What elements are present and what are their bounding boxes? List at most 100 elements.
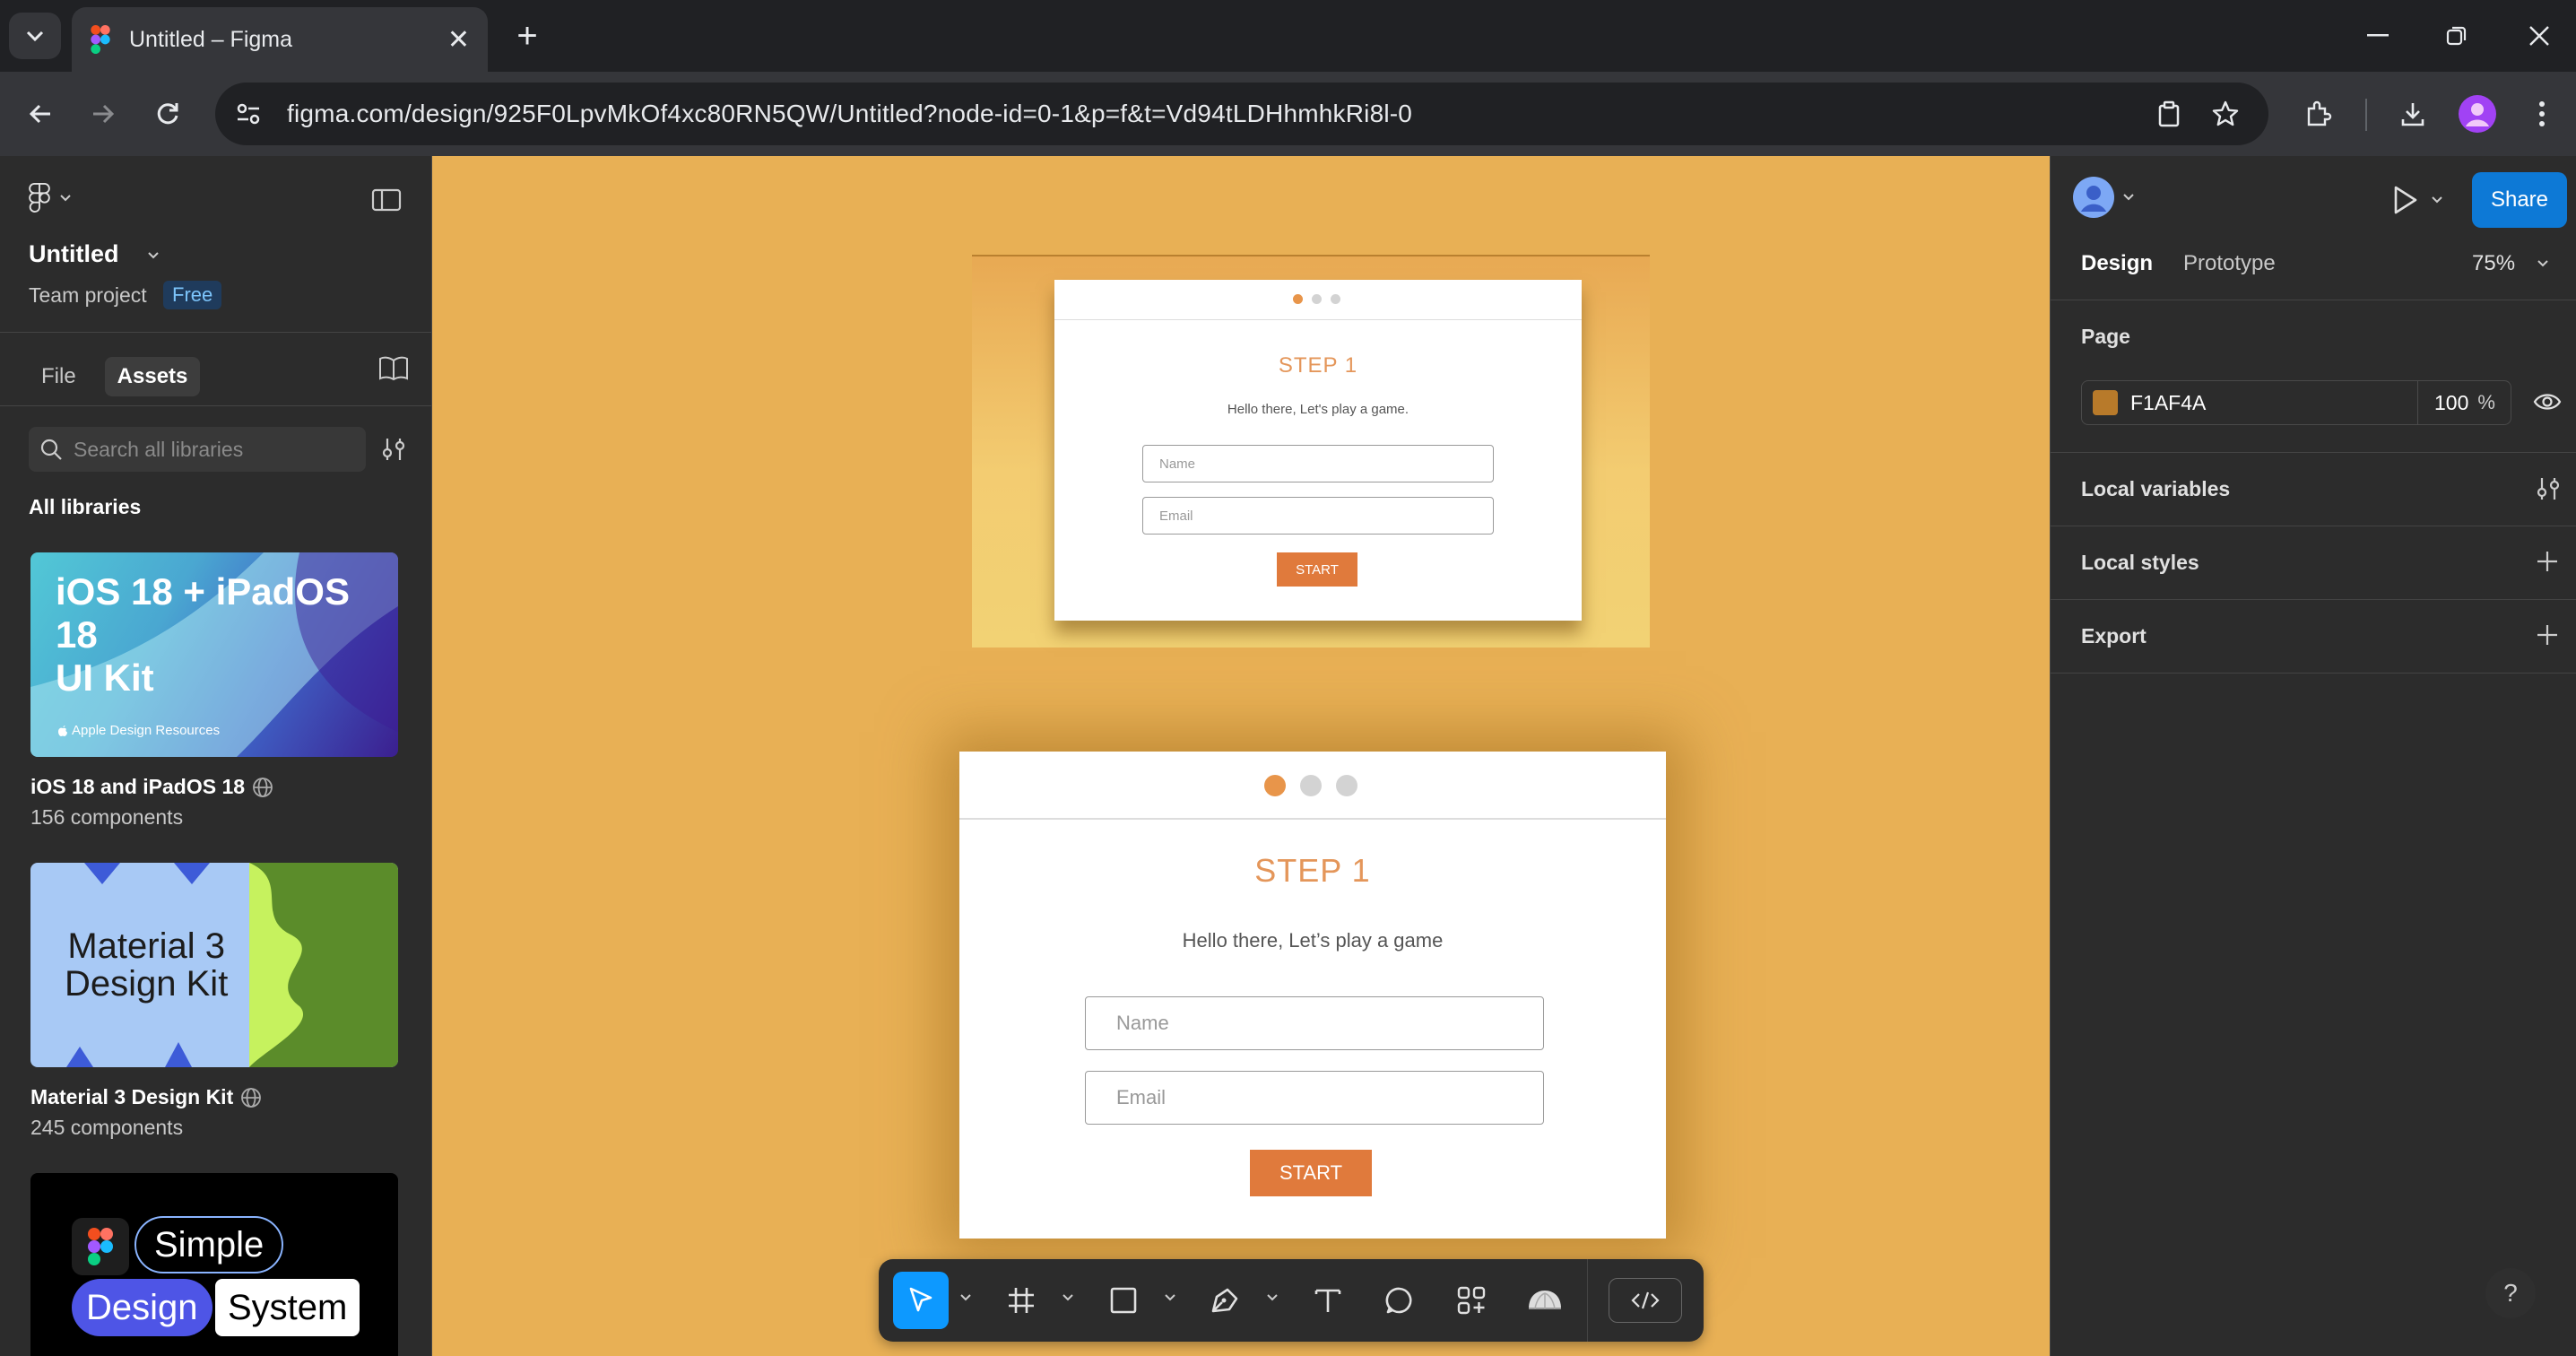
library-thumbnail-simple[interactable]: Simple Design System: [30, 1173, 398, 1356]
sidebar-toggle-icon[interactable]: [371, 188, 402, 212]
shape-tool-button[interactable]: [1096, 1272, 1151, 1329]
chevron-down-icon[interactable]: [1062, 1293, 1074, 1302]
start-button[interactable]: START: [1277, 552, 1357, 587]
text-tool-button[interactable]: [1300, 1272, 1356, 1329]
local-variables-title[interactable]: Local variables: [2081, 477, 2230, 501]
dot: [1336, 775, 1357, 796]
figma-favicon-icon: [91, 25, 110, 54]
pen-tool-button[interactable]: [1198, 1272, 1253, 1329]
frame-tool-button[interactable]: [993, 1272, 1049, 1329]
filter-settings-icon[interactable]: [380, 436, 407, 463]
address-bar[interactable]: figma.com/design/925F0LpvMkOf4xc80RN5QW/…: [215, 83, 2268, 145]
clipboard-icon[interactable]: [2155, 100, 2182, 127]
library-book-icon[interactable]: [378, 355, 409, 382]
tab-assets[interactable]: Assets: [104, 357, 201, 396]
forward-icon[interactable]: [81, 91, 126, 136]
comment-bubble-icon: [1385, 1287, 1412, 1314]
chevron-down-icon[interactable]: [1266, 1293, 1279, 1302]
divider: [0, 405, 432, 406]
email-field[interactable]: Email: [1085, 1071, 1544, 1125]
chevron-down-icon: [148, 252, 159, 259]
ai-tool-button[interactable]: [1517, 1272, 1573, 1329]
library-search[interactable]: [29, 427, 366, 472]
greeting-text: Hello there, Let's play a game.: [1227, 402, 1409, 417]
all-libraries-label: All libraries: [29, 495, 142, 518]
share-button[interactable]: Share: [2472, 172, 2567, 228]
tab-file[interactable]: File: [29, 357, 89, 396]
divider: [2051, 452, 2576, 453]
tab-prototype[interactable]: Prototype: [2183, 251, 2276, 276]
search-icon: [40, 439, 62, 460]
pagination-dots: [1264, 775, 1357, 796]
tab-search-button[interactable]: [9, 13, 61, 59]
extensions-icon[interactable]: [2295, 91, 2340, 136]
library-name-ios[interactable]: iOS 18 and iPadOS 18: [30, 775, 273, 799]
library-thumbnail-material[interactable]: Material 3 Design Kit: [30, 863, 398, 1067]
team-label: Team project: [29, 283, 147, 307]
new-tab-button[interactable]: +: [507, 16, 547, 56]
frame-large[interactable]: STEP 1 Hello there, Let’s play a game Na…: [959, 752, 1666, 1239]
zoom-control[interactable]: 75%: [2472, 251, 2549, 276]
help-button[interactable]: ?: [2485, 1268, 2536, 1318]
chevron-down-icon[interactable]: [959, 1293, 972, 1302]
step-card-small[interactable]: STEP 1 Hello there, Let's play a game. N…: [1054, 280, 1582, 621]
design-canvas[interactable]: STEP 1 Hello there, Let's play a game. N…: [432, 156, 2050, 1356]
visibility-eye-icon[interactable]: [2533, 391, 2562, 413]
variables-settings-icon[interactable]: [2535, 475, 2562, 502]
file-name[interactable]: Untitled: [29, 240, 160, 268]
dot: [1312, 294, 1322, 304]
search-input[interactable]: [74, 437, 343, 462]
profile-avatar-icon[interactable]: [2455, 91, 2500, 136]
name-field[interactable]: Name: [1085, 996, 1544, 1050]
user-avatar-menu[interactable]: [2072, 176, 2135, 219]
site-info-icon[interactable]: [235, 100, 262, 127]
email-field[interactable]: Email: [1142, 497, 1494, 535]
actions-tool-button[interactable]: [1444, 1272, 1499, 1329]
local-styles-title[interactable]: Local styles: [2081, 551, 2199, 575]
library-count-material: 245 components: [30, 1116, 184, 1139]
comment-tool-button[interactable]: [1372, 1272, 1427, 1329]
page-opacity[interactable]: 100 %: [2417, 380, 2507, 425]
ios-thumb-caption: Apple Design Resources: [72, 723, 221, 738]
left-panel: Untitled Team project Free File Assets A…: [0, 156, 432, 1356]
pen-icon: [1211, 1288, 1238, 1313]
figma-logo-icon: [88, 1228, 113, 1265]
dev-mode-toggle[interactable]: [1609, 1278, 1682, 1323]
bookmark-star-icon[interactable]: [2211, 100, 2240, 128]
dot-active: [1293, 294, 1303, 304]
library-thumbnail-ios[interactable]: iOS 18 + iPadOS 18 UI Kit Apple Design R…: [30, 552, 398, 757]
add-export-icon[interactable]: [2535, 622, 2560, 648]
minimize-window-icon[interactable]: [2342, 13, 2414, 59]
page-color-hex[interactable]: F1AF4A: [2130, 391, 2417, 415]
browser-menu-icon[interactable]: [2520, 91, 2564, 136]
present-play-icon[interactable]: [2391, 185, 2418, 215]
export-title[interactable]: Export: [2081, 624, 2147, 648]
chevron-down-icon: [60, 195, 71, 202]
dot-active: [1264, 775, 1286, 796]
chevron-down-icon[interactable]: [1164, 1293, 1176, 1302]
restore-window-icon[interactable]: [2421, 13, 2493, 59]
close-tab-icon[interactable]: ✕: [447, 24, 470, 56]
page-color-swatch[interactable]: [2093, 390, 2118, 415]
downloads-icon[interactable]: [2390, 91, 2435, 136]
add-style-icon[interactable]: [2535, 549, 2560, 574]
library-name-material[interactable]: Material 3 Design Kit: [30, 1085, 262, 1109]
material-thumb-title-1: Material 3: [67, 926, 225, 966]
close-window-icon[interactable]: [2503, 13, 2575, 59]
name-field[interactable]: Name: [1142, 445, 1494, 482]
browser-tab[interactable]: Untitled – Figma ✕: [72, 7, 488, 72]
pointer-icon: [909, 1287, 932, 1312]
reload-icon[interactable]: [145, 91, 190, 136]
user-avatar-icon: [2073, 177, 2114, 218]
ai-shell-icon: [1529, 1291, 1561, 1309]
tab-design[interactable]: Design: [2081, 251, 2153, 276]
frame-small[interactable]: STEP 1 Hello there, Let's play a game. N…: [972, 255, 1650, 648]
move-tool-button[interactable]: [893, 1272, 949, 1329]
start-button[interactable]: START: [1250, 1150, 1372, 1196]
left-tabs: File Assets: [29, 357, 201, 396]
main-menu-button[interactable]: [29, 183, 72, 213]
browser-navbar: figma.com/design/925F0LpvMkOf4xc80RN5QW/…: [0, 72, 2576, 156]
page-color-field[interactable]: F1AF4A 100 %: [2081, 380, 2511, 425]
chevron-down-icon[interactable]: [2431, 196, 2443, 204]
back-icon[interactable]: [18, 91, 63, 136]
